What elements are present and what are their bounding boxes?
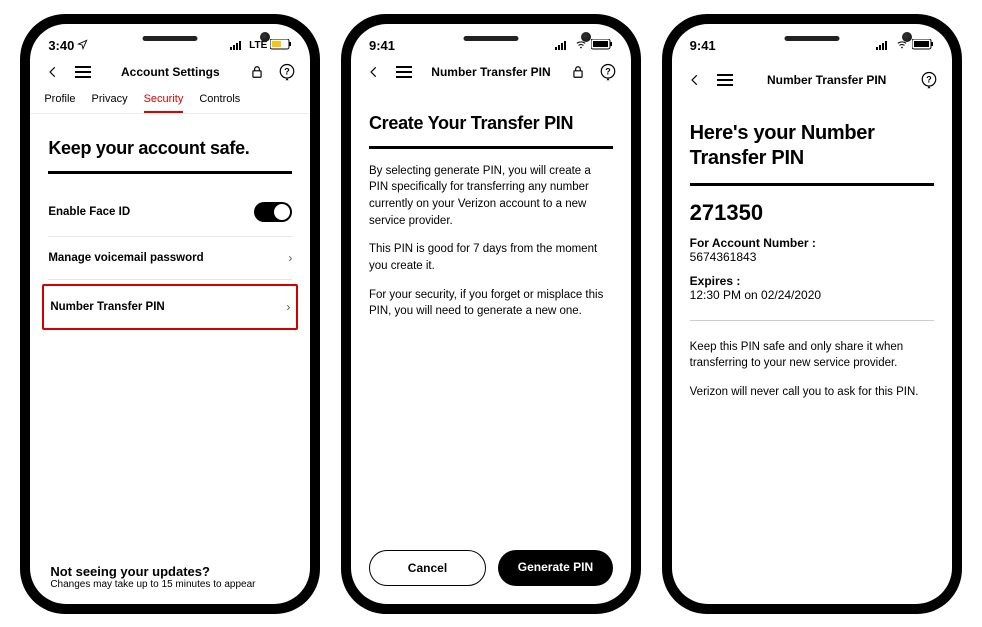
screen-2: 9:41 Number Transfer PIN [351, 24, 631, 604]
battery-icon [270, 38, 292, 53]
chevron-right-icon: › [286, 300, 290, 314]
phone-camera [902, 32, 912, 42]
section-heading: Here's your Number Transfer PIN [690, 121, 934, 171]
content-area: Create Your Transfer PIN By selecting ge… [351, 89, 631, 538]
page-title: Number Transfer PIN [744, 73, 910, 87]
note-2: Verizon will never call you to ask for t… [690, 384, 934, 401]
section-heading: Create Your Transfer PIN [369, 113, 613, 134]
row-number-transfer[interactable]: Number Transfer PIN › [42, 284, 298, 330]
signal-icon [555, 38, 571, 53]
paragraph-1: By selecting generate PIN, you will crea… [369, 163, 613, 230]
row-label: Number Transfer PIN [50, 301, 164, 313]
row-label: Manage voicemail password [48, 252, 203, 264]
screen-1: 3:40 LTE Account Setti [30, 24, 310, 604]
help-icon[interactable]: ? [918, 69, 940, 91]
expires-label: Expires : [690, 274, 934, 288]
note-1: Keep this PIN safe and only share it whe… [690, 339, 934, 372]
phone-camera [581, 32, 591, 42]
row-faceid[interactable]: Enable Face ID [48, 188, 292, 237]
divider-thin [690, 320, 934, 321]
menu-icon[interactable] [72, 61, 94, 83]
footer-sub: Changes may take up to 15 minutes to app… [50, 579, 290, 590]
battery-icon [912, 38, 934, 53]
status-time: 9:41 [690, 38, 716, 53]
divider [48, 171, 292, 174]
phone-frame-1: 3:40 LTE Account Setti [20, 14, 320, 614]
expires-value: 12:30 PM on 02/24/2020 [690, 288, 934, 302]
signal-icon [876, 38, 892, 53]
section-heading: Keep your account safe. [48, 138, 292, 159]
toggle-faceid[interactable] [254, 202, 292, 222]
tabs: Profile Privacy Security Controls [30, 89, 310, 114]
content-area: Keep your account safe. Enable Face ID M… [30, 114, 310, 604]
paragraph-2: This PIN is good for 7 days from the mom… [369, 241, 613, 274]
chevron-right-icon: › [288, 251, 292, 265]
tab-security[interactable]: Security [144, 89, 184, 113]
button-row: Cancel Generate PIN [351, 538, 631, 604]
back-icon[interactable] [684, 69, 706, 91]
tab-privacy[interactable]: Privacy [92, 89, 128, 113]
status-bar: 3:40 LTE [30, 28, 310, 55]
account-number-value: 5674361843 [690, 250, 934, 264]
row-voicemail[interactable]: Manage voicemail password › [48, 237, 292, 280]
footer-note: Not seeing your updates? Changes may tak… [50, 564, 290, 590]
page-title: Account Settings [102, 65, 238, 79]
menu-icon[interactable] [393, 61, 415, 83]
app-bar: Number Transfer PIN ? [351, 55, 631, 89]
lock-icon[interactable] [246, 61, 268, 83]
help-icon[interactable]: ? [276, 61, 298, 83]
account-number-label: For Account Number : [690, 236, 934, 250]
back-icon[interactable] [42, 61, 64, 83]
content-area: Here's your Number Transfer PIN 271350 F… [672, 97, 952, 604]
phone-speaker [784, 36, 839, 41]
cancel-button[interactable]: Cancel [369, 550, 486, 586]
divider [690, 183, 934, 186]
app-bar: Account Settings ? [30, 55, 310, 89]
signal-icon [230, 38, 246, 53]
screen-3: 9:41 Number Transfer PIN [672, 24, 952, 604]
phone-camera [260, 32, 270, 42]
back-icon[interactable] [363, 61, 385, 83]
svg-text:?: ? [605, 66, 611, 76]
location-icon [77, 38, 88, 53]
phone-frame-2: 9:41 Number Transfer PIN [341, 14, 641, 614]
tab-profile[interactable]: Profile [44, 89, 75, 113]
transfer-pin-value: 271350 [690, 200, 934, 226]
svg-text:?: ? [285, 66, 291, 76]
phone-speaker [463, 36, 518, 41]
battery-icon [591, 38, 613, 53]
footer-title: Not seeing your updates? [50, 564, 290, 579]
phone-frame-3: 9:41 Number Transfer PIN [662, 14, 962, 614]
phone-speaker [143, 36, 198, 41]
svg-text:?: ? [926, 74, 932, 84]
menu-icon[interactable] [714, 69, 736, 91]
divider [369, 146, 613, 149]
status-time: 3:40 [48, 38, 74, 53]
app-bar: Number Transfer PIN ? [672, 63, 952, 97]
paragraph-3: For your security, if you forget or misp… [369, 287, 613, 320]
tab-controls[interactable]: Controls [199, 89, 240, 113]
status-time: 9:41 [369, 38, 395, 53]
page-title: Number Transfer PIN [423, 65, 559, 79]
generate-pin-button[interactable]: Generate PIN [498, 550, 613, 586]
help-icon[interactable]: ? [597, 61, 619, 83]
row-label: Enable Face ID [48, 206, 130, 218]
lock-icon[interactable] [567, 61, 589, 83]
